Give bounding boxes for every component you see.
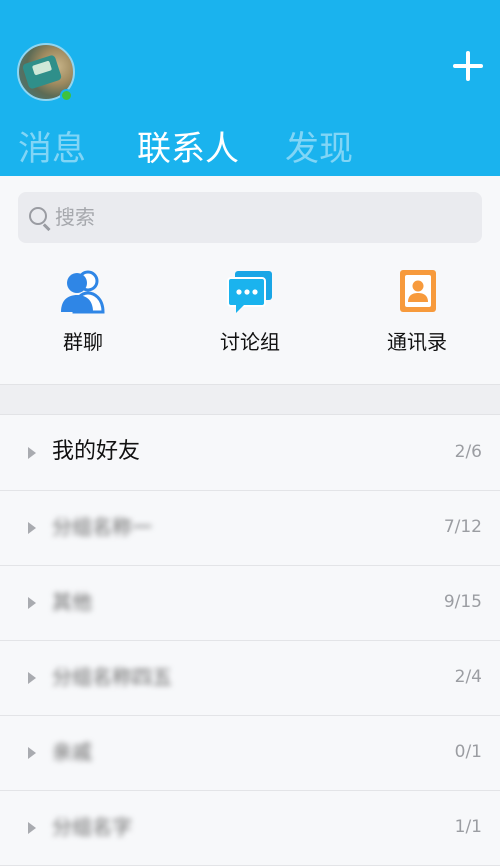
add-button[interactable] xyxy=(448,46,488,86)
group-online-count: 7/12 xyxy=(443,517,482,537)
group-online-count: 2/6 xyxy=(454,442,482,462)
contact-group-row[interactable]: 分组名称四五 2/4 xyxy=(0,641,500,716)
quick-action-group-chat[interactable]: 群聊 xyxy=(13,268,153,368)
group-name: 亲戚 xyxy=(52,740,92,764)
tab-discover[interactable]: 发现 xyxy=(285,124,353,174)
group-online-count: 0/1 xyxy=(454,742,482,762)
expand-arrow-icon xyxy=(28,672,36,684)
expand-arrow-icon xyxy=(28,747,36,759)
expand-arrow-icon xyxy=(28,447,36,459)
group-name: 我的好友 xyxy=(52,439,141,464)
search-placeholder: 搜索 xyxy=(55,205,95,229)
expand-arrow-icon xyxy=(28,522,36,534)
contact-group-row[interactable]: 分组名字 1/1 xyxy=(0,791,500,866)
group-online-count: 9/15 xyxy=(443,592,482,612)
group-online-count: 2/4 xyxy=(454,667,482,687)
group-name: 分组名称四五 xyxy=(52,665,172,689)
search-icon xyxy=(29,207,47,225)
section-divider xyxy=(0,384,500,415)
tab-messages[interactable]: 消息 xyxy=(18,124,86,174)
contact-group-row[interactable]: 我的好友 2/6 xyxy=(0,416,500,491)
address-book-icon xyxy=(400,270,436,312)
contact-group-row[interactable]: 亲戚 0/1 xyxy=(0,716,500,791)
group-name: 分组名字 xyxy=(52,815,132,839)
expand-arrow-icon xyxy=(28,597,36,609)
group-name: 其他 xyxy=(52,590,92,614)
quick-action-label: 讨论组 xyxy=(220,330,280,354)
search-input[interactable]: 搜索 xyxy=(18,192,482,243)
tab-bar: 消息 联系人 发现 xyxy=(0,124,500,176)
tab-contacts[interactable]: 联系人 xyxy=(137,124,239,174)
group-name: 分组名称一 xyxy=(52,515,152,539)
group-chat-icon xyxy=(61,270,105,314)
quick-action-discussion[interactable]: 讨论组 xyxy=(180,268,320,368)
discussion-icon xyxy=(227,271,272,313)
quick-action-address-book[interactable]: 通讯录 xyxy=(347,268,487,368)
online-status-dot xyxy=(60,89,73,102)
contact-group-row[interactable]: 其他 9/15 xyxy=(0,566,500,641)
quick-action-label: 通讯录 xyxy=(387,330,447,354)
quick-action-label: 群聊 xyxy=(63,330,103,354)
expand-arrow-icon xyxy=(28,822,36,834)
top-header: 消息 联系人 发现 xyxy=(0,0,500,176)
group-online-count: 1/1 xyxy=(454,817,482,837)
contact-group-row[interactable]: 分组名称一 7/12 xyxy=(0,491,500,566)
